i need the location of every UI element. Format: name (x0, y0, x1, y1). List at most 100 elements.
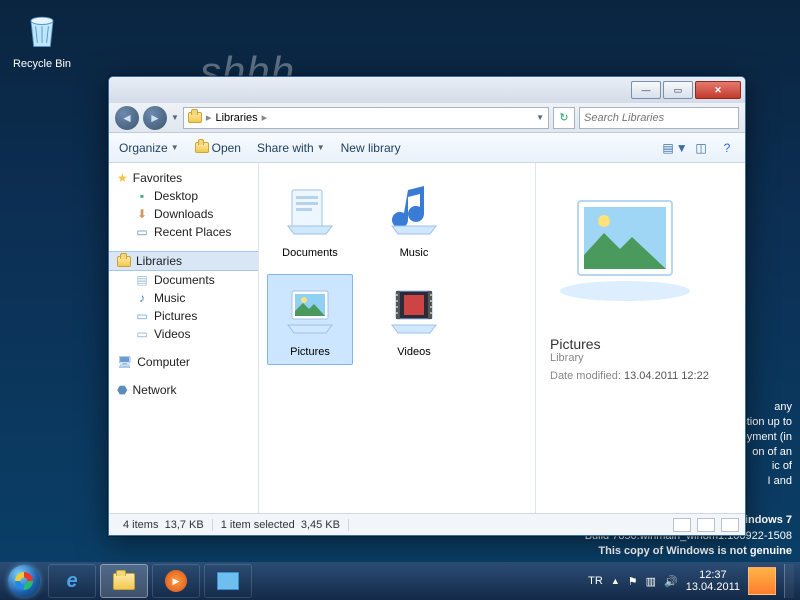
nav-item-pictures[interactable]: ▭Pictures (109, 307, 258, 325)
desktop-icon: ▪ (135, 189, 149, 203)
tray-chevron-icon[interactable]: ▲ (611, 576, 620, 586)
address-bar[interactable]: ▸ Libraries ▸ ▼ (183, 107, 549, 129)
downloads-icon: ⬇ (135, 207, 149, 221)
view-details-button[interactable] (673, 518, 691, 532)
taskbar-ie[interactable]: e (48, 564, 96, 598)
network-icon: ⬣ (117, 383, 127, 397)
chevron-right-icon[interactable]: ▸ (262, 111, 268, 124)
titlebar[interactable]: — ▭ ✕ (109, 77, 745, 103)
tray-time: 12:37 (686, 569, 740, 581)
nav-item-videos[interactable]: ▭ Videos (109, 325, 258, 343)
nav-item-music[interactable]: ♪ Music (109, 289, 258, 307)
videos-library-icon (386, 281, 442, 337)
nav-label: Recent Places (154, 225, 231, 239)
preview-subtitle: Library (550, 352, 731, 364)
help-button[interactable]: ? (719, 140, 735, 156)
nav-label: Videos (154, 327, 190, 341)
videos-icon: ▭ (135, 327, 149, 341)
show-desktop-button[interactable] (784, 564, 794, 598)
folder-icon (113, 573, 135, 590)
chevron-down-icon: ▼ (171, 143, 179, 152)
nav-label: Documents (154, 273, 215, 287)
command-bar: Organize▼ Open Share with▼ New library ▤… (109, 133, 745, 163)
search-input[interactable] (579, 107, 739, 129)
nav-item-desktop[interactable]: ▪ Desktop (109, 187, 258, 205)
preview-title: Pictures (550, 336, 731, 352)
pictures-library-icon (282, 281, 338, 337)
close-button[interactable]: ✕ (695, 81, 741, 99)
language-indicator[interactable]: TR (588, 575, 603, 587)
tray-clock[interactable]: 12:37 13.04.2011 (686, 569, 740, 593)
document-icon: ▤ (135, 273, 149, 287)
preview-pane-button[interactable]: ◫ (693, 140, 709, 156)
organize-menu[interactable]: Organize▼ (119, 141, 179, 155)
maximize-button[interactable]: ▭ (663, 81, 693, 99)
star-icon: ★ (117, 171, 128, 185)
library-item-music[interactable]: Music (371, 175, 457, 266)
music-library-icon (386, 182, 442, 238)
windows-orb-icon (8, 565, 40, 597)
status-bar: 4 items 13,7 KB 1 item selected 3,45 KB (109, 513, 745, 535)
nav-label: Desktop (154, 189, 198, 203)
item-label: Pictures (270, 346, 350, 358)
history-dropdown[interactable]: ▼ (171, 113, 179, 122)
view-options-button[interactable]: ▤▼ (667, 140, 683, 156)
system-tray: TR ▲ ⚑ ▥ 🔊 12:37 13.04.2011 (588, 564, 796, 598)
nav-favorites-header[interactable]: ★ Favorites (109, 169, 258, 187)
folder-open-icon (195, 141, 209, 155)
nav-libraries-label: Libraries (136, 254, 182, 268)
nav-item-documents[interactable]: ▤ Documents (109, 271, 258, 289)
network-tray-icon[interactable]: ▥ (646, 575, 656, 588)
user-tile[interactable] (748, 567, 776, 595)
library-item-pictures[interactable]: Pictures (267, 274, 353, 365)
preview-date-key: Date modified: (550, 370, 621, 382)
nav-item-downloads[interactable]: ⬇ Downloads (109, 205, 258, 223)
status-total-size: 13,7 KB (165, 519, 204, 531)
nav-item-recent[interactable]: ▭ Recent Places (109, 223, 258, 241)
breadcrumb-libraries[interactable]: Libraries (215, 112, 257, 124)
music-icon: ♪ (135, 291, 149, 305)
taskbar-media-player[interactable]: ▶ (152, 564, 200, 598)
library-item-documents[interactable]: Documents (267, 175, 353, 266)
nav-favorites-label: Favorites (133, 171, 182, 185)
new-library-button[interactable]: New library (341, 141, 401, 155)
items-view[interactable]: Documents Music Pictures Videos (259, 163, 535, 513)
preview-date-row: Date modified: 13.04.2011 12:22 (550, 370, 731, 382)
address-dropdown[interactable]: ▼ (536, 113, 544, 122)
minimize-button[interactable]: — (631, 81, 661, 99)
wmp-icon: ▶ (165, 570, 187, 592)
pictures-icon: ▭ (135, 309, 149, 323)
open-label: Open (212, 141, 241, 155)
app-icon (217, 572, 239, 590)
nav-libraries-header[interactable]: Libraries (109, 251, 258, 271)
pictures-preview-icon (550, 193, 700, 303)
forward-button[interactable]: ► (143, 106, 167, 130)
view-icons-button[interactable] (721, 518, 739, 532)
nav-toolbar: ◄ ► ▼ ▸ Libraries ▸ ▼ ↻ (109, 103, 745, 133)
nav-network[interactable]: ⬣Network (109, 381, 258, 399)
libraries-icon (117, 254, 131, 268)
back-button[interactable]: ◄ (115, 106, 139, 130)
share-menu[interactable]: Share with▼ (257, 141, 325, 155)
open-button[interactable]: Open (195, 141, 241, 155)
volume-icon[interactable]: 🔊 (664, 575, 678, 588)
nav-label: Downloads (154, 207, 213, 221)
organize-label: Organize (119, 141, 168, 155)
start-button[interactable] (4, 563, 44, 599)
action-center-icon[interactable]: ⚑ (628, 575, 638, 588)
taskbar-app[interactable] (204, 564, 252, 598)
library-item-videos[interactable]: Videos (371, 274, 457, 365)
refresh-button[interactable]: ↻ (553, 107, 575, 129)
desktop-icon-recycle-bin[interactable]: Recycle Bin (12, 8, 72, 70)
taskbar: e ▶ TR ▲ ⚑ ▥ 🔊 12:37 13.04.2011 (0, 562, 800, 600)
navigation-pane: ★ Favorites ▪ Desktop ⬇ Downloads ▭ Recent P… (109, 163, 259, 513)
tray-date: 13.04.2011 (686, 581, 740, 593)
desktop-icon-label: Recycle Bin (13, 58, 71, 70)
preview-pane: Pictures Library Date modified: 13.04.20… (535, 163, 745, 513)
taskbar-explorer[interactable] (100, 564, 148, 598)
ie-icon: e (66, 570, 77, 593)
nav-label: Music (154, 291, 185, 305)
recent-icon: ▭ (135, 225, 149, 239)
nav-computer[interactable]: 🖥Computer (109, 353, 258, 371)
view-list-button[interactable] (697, 518, 715, 532)
